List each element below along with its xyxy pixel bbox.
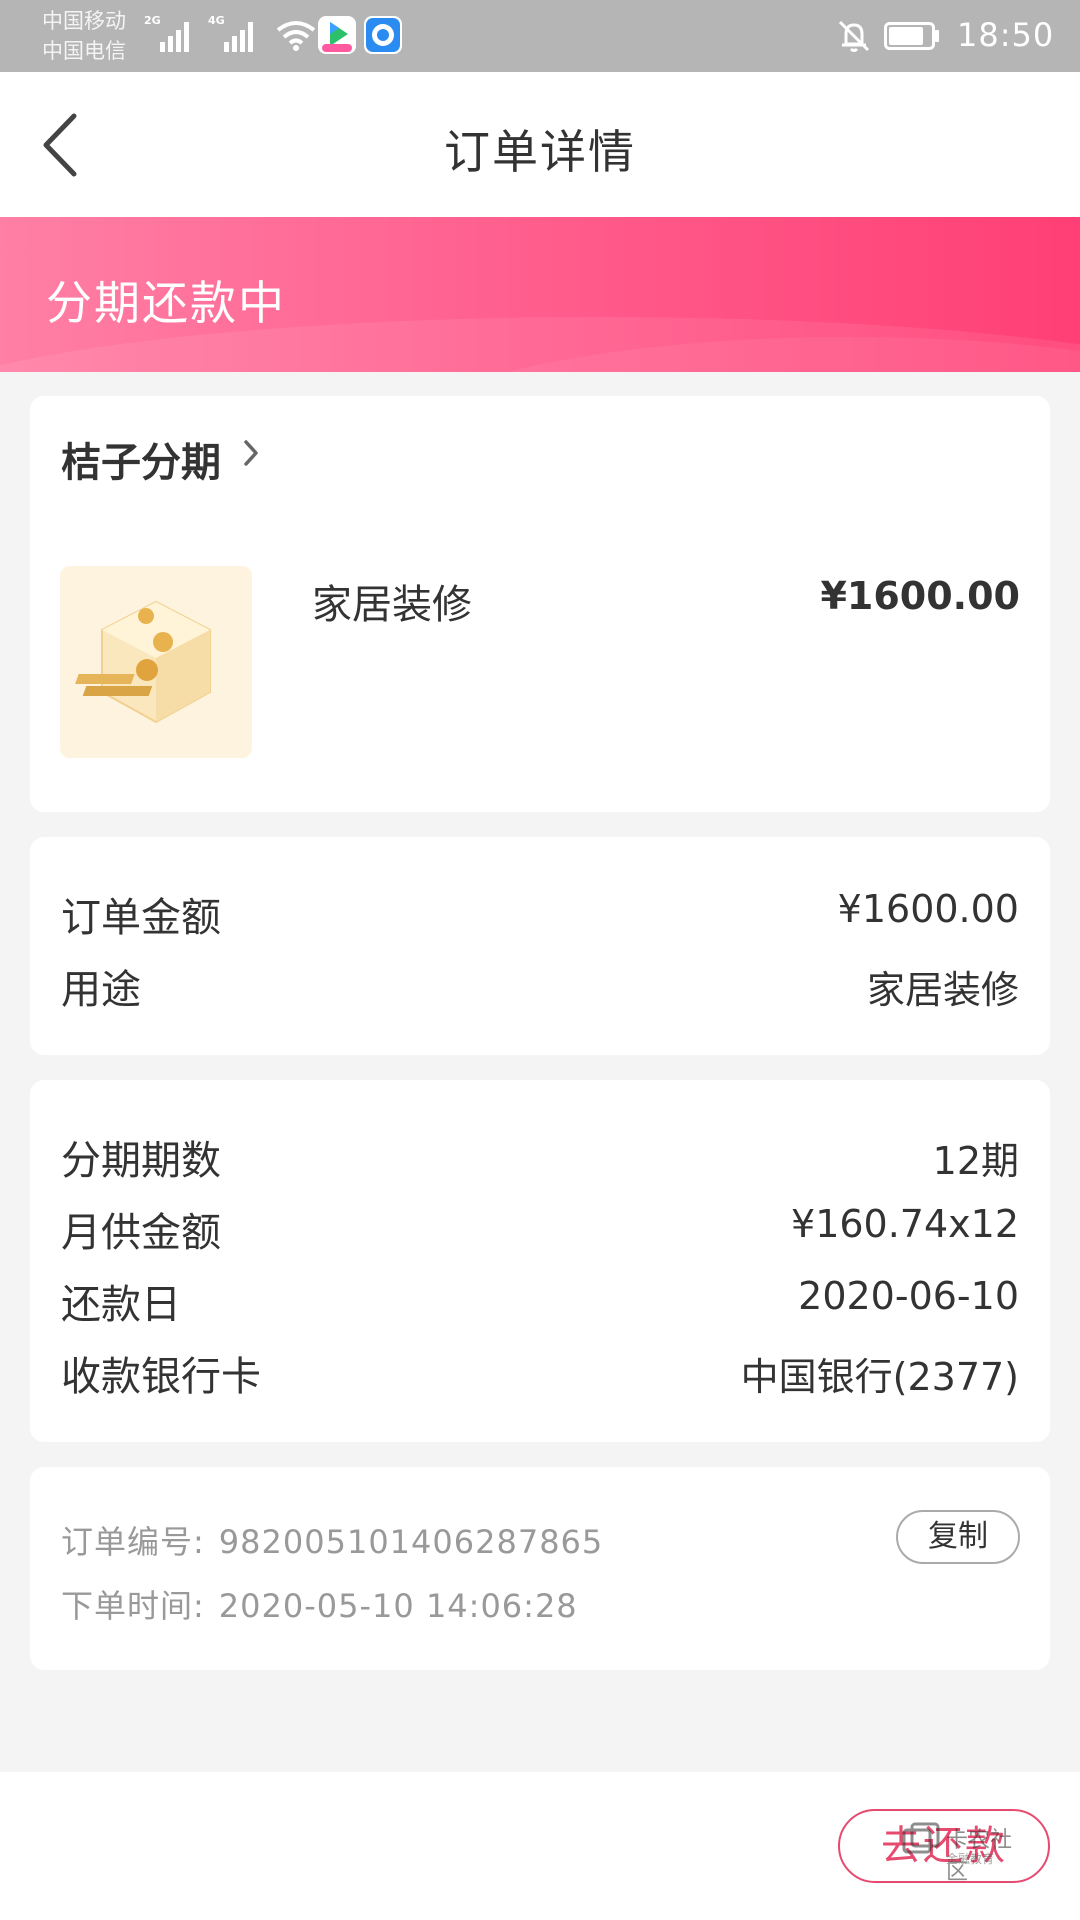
provider-link[interactable]: 桔子分期 xyxy=(61,430,221,488)
carrier-labels: 中国移动 中国电信 xyxy=(42,6,126,66)
installment-row: 月供金额 ¥160.74x12 xyxy=(61,1200,1019,1260)
row-label: 分期期数 xyxy=(61,1138,221,1184)
carrier-1: 中国移动 xyxy=(42,9,126,33)
row-label: 月供金额 xyxy=(61,1210,221,1256)
copy-button[interactable]: 复制 xyxy=(896,1510,1020,1564)
browser-app-icon xyxy=(364,16,402,54)
bell-muted-icon xyxy=(838,20,870,52)
product-price: ¥1600.00 xyxy=(820,574,1020,618)
video-app-icon xyxy=(318,16,356,54)
gold-coin-box-icon xyxy=(60,566,252,758)
installment-row: 收款银行卡 中国银行(2377) xyxy=(61,1344,1019,1404)
row-label: 还款日 xyxy=(61,1282,181,1328)
signal-icon xyxy=(160,18,196,52)
row-label: 订单金额 xyxy=(61,895,221,941)
order-number: 订单编号: 982005101406287865 xyxy=(61,1517,603,1563)
carrier-2: 中国电信 xyxy=(42,39,126,63)
product-name: 家居装修 xyxy=(312,582,472,628)
order-status-banner: 分期还款中 xyxy=(0,217,1080,372)
order-time-value: 2020-05-10 14:06:28 xyxy=(218,1587,578,1625)
bottom-action-bar: 去还款 卡农社区 金融教育 xyxy=(0,1772,1080,1920)
row-value: ¥160.74x12 xyxy=(791,1202,1019,1246)
signal-icon xyxy=(224,18,260,52)
page-title: 订单详情 xyxy=(444,125,636,179)
order-meta-card: 订单编号: 982005101406287865 下单时间: 2020-05-10 … xyxy=(30,1467,1050,1670)
installment-row: 还款日 2020-06-10 xyxy=(61,1272,1019,1332)
row-value: 12期 xyxy=(932,1139,1019,1183)
installment-card: 分期期数 12期 月供金额 ¥160.74x12 还款日 2020-06-10 … xyxy=(30,1080,1050,1442)
product-card: 桔子分期 家居装修 ¥1600.00 xyxy=(30,396,1050,812)
order-summary-card: 订单金额 ¥1600.00 用途 家居装修 xyxy=(30,837,1050,1055)
summary-row: 订单金额 ¥1600.00 xyxy=(61,885,1019,945)
battery-icon xyxy=(884,22,939,50)
watermark-logo-icon xyxy=(902,1822,940,1854)
installment-row: 分期期数 12期 xyxy=(61,1128,1019,1188)
order-status-text: 分期还款中 xyxy=(46,276,286,330)
watermark-subtext: 金融教育 xyxy=(946,1852,995,1866)
clock: 18:50 xyxy=(957,16,1055,54)
wifi-icon xyxy=(276,21,316,51)
row-value: 中国银行(2377) xyxy=(740,1355,1019,1399)
order-time-label: 下单时间: xyxy=(61,1587,205,1625)
watermark: 卡农社区 金融教育 xyxy=(900,1816,1030,1885)
row-value: ¥1600.00 xyxy=(837,887,1019,931)
row-label: 用途 xyxy=(61,967,141,1013)
row-value: 2020-06-10 xyxy=(798,1274,1019,1318)
chevron-right-icon[interactable] xyxy=(242,436,262,470)
network-type-1: 2G xyxy=(144,14,161,27)
order-number-value: 982005101406287865 xyxy=(218,1523,604,1561)
row-value: 家居装修 xyxy=(866,968,1019,1012)
app-header: 订单详情 xyxy=(0,72,1080,217)
row-label: 收款银行卡 xyxy=(61,1354,261,1400)
summary-row: 用途 家居装修 xyxy=(61,957,1019,1017)
network-type-2: 4G xyxy=(208,14,225,27)
order-number-label: 订单编号: xyxy=(61,1523,205,1561)
order-time: 下单时间: 2020-05-10 14:06:28 xyxy=(61,1581,578,1627)
status-bar: 中国移动 中国电信 2G 4G 18:50 xyxy=(0,0,1080,72)
